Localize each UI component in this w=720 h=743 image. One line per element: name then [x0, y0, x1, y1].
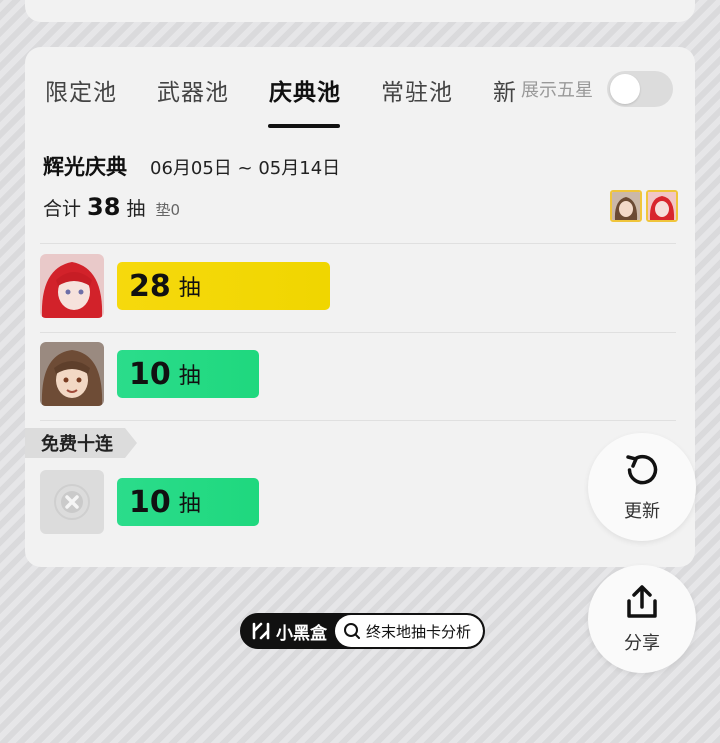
tab-standard[interactable]: 常驻池 — [381, 73, 453, 107]
pull-count-bar: 10 抽 — [117, 350, 259, 398]
mini-avatar-brown-hair[interactable] — [610, 190, 642, 222]
toggle-knob — [610, 74, 640, 104]
pull-unit: 抽 — [178, 364, 201, 389]
tab-weapon[interactable]: 武器池 — [157, 73, 229, 107]
brand-name: 小黑盒 — [276, 623, 327, 644]
free-pull-count-bar: 10 抽 — [117, 478, 259, 526]
free-pull-count: 10 — [129, 484, 171, 520]
search-icon — [344, 623, 360, 639]
refresh-label: 更新 — [624, 501, 660, 522]
empty-avatar-placeholder — [40, 470, 104, 534]
divider — [40, 243, 676, 244]
pool-name: 辉光庆典 — [43, 155, 127, 179]
pull-unit: 抽 — [178, 276, 201, 301]
search-keyword: 终末地抽卡分析 — [335, 615, 484, 647]
pool-tabs: 限定池 武器池 庆典池 常驻池 新 — [25, 47, 515, 131]
show-five-star-toggle[interactable] — [607, 71, 673, 107]
share-button[interactable]: 分享 — [588, 565, 696, 673]
free-pull-unit: 抽 — [178, 492, 201, 517]
five-star-thumbnails — [610, 190, 678, 222]
pull-count: 10 — [129, 356, 171, 392]
brand-icon — [252, 622, 270, 640]
refresh-button[interactable]: 更新 — [588, 433, 696, 541]
pity-count: 垫0 — [155, 201, 180, 219]
share-icon — [623, 583, 661, 625]
pull-count: 28 — [129, 268, 171, 304]
app-watermark: 小黑盒 终末地抽卡分析 — [240, 613, 486, 649]
tab-limited[interactable]: 限定池 — [45, 73, 117, 107]
mini-avatar-red-hair[interactable] — [646, 190, 678, 222]
refresh-icon — [623, 451, 661, 493]
character-avatar-red-hair[interactable] — [40, 254, 104, 318]
divider — [40, 420, 676, 421]
divider — [40, 332, 676, 333]
tab-celebration[interactable]: 庆典池 — [269, 73, 341, 107]
tab-new[interactable]: 新 — [493, 73, 515, 107]
show-five-star-control: 展示五星 — [521, 71, 673, 107]
active-tab-indicator — [268, 124, 340, 128]
total-unit: 抽 — [126, 198, 146, 220]
share-label: 分享 — [624, 633, 660, 654]
brand-logo: 小黑盒 — [242, 619, 335, 644]
pull-summary: 合计 38 抽 垫0 — [43, 193, 180, 221]
total-pulls: 38 — [87, 193, 121, 221]
search-text: 终末地抽卡分析 — [366, 622, 472, 641]
pull-count-bar: 28 抽 — [117, 262, 330, 310]
toggle-label: 展示五星 — [521, 80, 593, 101]
character-avatar-brown-hair[interactable] — [40, 342, 104, 406]
total-prefix: 合计 — [43, 198, 82, 220]
free-ten-pull-tag: 免费十连 — [25, 428, 137, 458]
previous-card — [25, 0, 695, 22]
pool-date-range: 06月05日 ~ 05月14日 — [150, 158, 341, 179]
